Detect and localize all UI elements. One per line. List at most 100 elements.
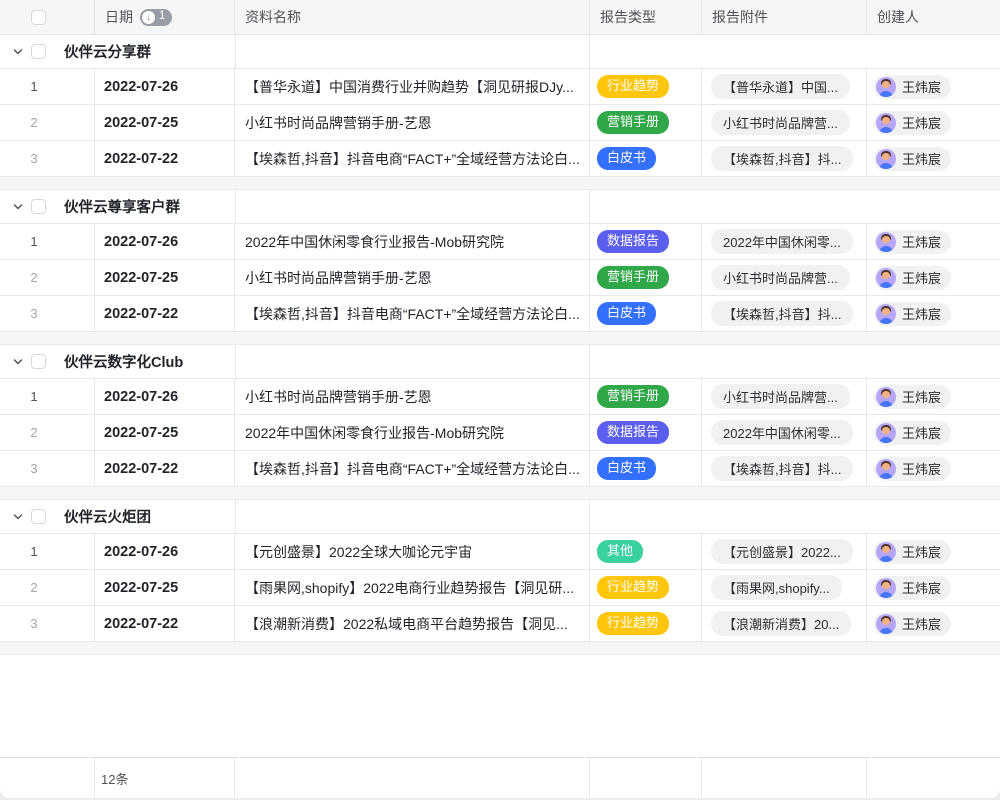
attachment-chip[interactable]: 【雨果网,shopify... [711, 575, 842, 600]
attachment-chip[interactable]: 小红书时尚品牌营... [711, 384, 850, 409]
date-cell[interactable]: 2022-07-22 [95, 296, 235, 331]
name-cell[interactable]: 【雨果网,shopify】2022电商行业趋势报告【洞见研... [235, 570, 590, 605]
attachment-cell[interactable]: 2022年中国休闲零... [702, 224, 867, 259]
date-cell[interactable]: 2022-07-22 [95, 451, 235, 486]
group-checkbox[interactable] [31, 354, 46, 369]
type-cell[interactable]: 白皮书 [590, 141, 702, 176]
chevron-down-icon[interactable] [11, 510, 25, 524]
table-row[interactable]: 12022-07-26小红书时尚品牌营销手册-艺恩营销手册小红书时尚品牌营...… [0, 379, 1000, 415]
table-row[interactable]: 22022-07-25【雨果网,shopify】2022电商行业趋势报告【洞见研… [0, 570, 1000, 606]
name-cell[interactable]: 【埃森哲,抖音】抖音电商“FACT+”全域经营方法论白... [235, 141, 590, 176]
name-cell[interactable]: 小红书时尚品牌营销手册-艺恩 [235, 105, 590, 140]
header-type[interactable]: 报告类型 [590, 0, 702, 34]
type-cell[interactable]: 其他 [590, 534, 702, 569]
chevron-down-icon[interactable] [11, 355, 25, 369]
header-select-cell[interactable] [0, 0, 95, 34]
type-cell[interactable]: 营销手册 [590, 260, 702, 295]
table-row[interactable]: 32022-07-22【埃森哲,抖音】抖音电商“FACT+”全域经营方法论白..… [0, 141, 1000, 177]
attachment-chip[interactable]: 小红书时尚品牌营... [711, 110, 850, 135]
table-row[interactable]: 22022-07-252022年中国休闲零食行业报告-Mob研究院数据报告202… [0, 415, 1000, 451]
group-header-row[interactable]: 伙伴云数字化Club [0, 345, 1000, 379]
attachment-cell[interactable]: 【雨果网,shopify... [702, 570, 867, 605]
date-cell[interactable]: 2022-07-22 [95, 606, 235, 641]
creator-cell[interactable]: 王炜宸 [867, 260, 1000, 295]
date-cell[interactable]: 2022-07-26 [95, 224, 235, 259]
creator-cell[interactable]: 王炜宸 [867, 141, 1000, 176]
group-header-row[interactable]: 伙伴云分享群 [0, 35, 1000, 69]
header-name[interactable]: 资料名称 [235, 0, 590, 34]
table-row[interactable]: 22022-07-25小红书时尚品牌营销手册-艺恩营销手册小红书时尚品牌营...… [0, 105, 1000, 141]
date-cell[interactable]: 2022-07-25 [95, 570, 235, 605]
creator-chip[interactable]: 王炜宸 [874, 457, 951, 481]
attachment-cell[interactable]: 小红书时尚品牌营... [702, 379, 867, 414]
attachment-chip[interactable]: 【埃森哲,抖音】抖... [711, 146, 853, 171]
type-cell[interactable]: 行业趋势 [590, 570, 702, 605]
type-cell[interactable]: 营销手册 [590, 105, 702, 140]
creator-chip[interactable]: 王炜宸 [874, 612, 951, 636]
table-row[interactable]: 32022-07-22【浪潮新消费】2022私域电商平台趋势报告【洞见...行业… [0, 606, 1000, 642]
attachment-chip[interactable]: 【埃森哲,抖音】抖... [711, 301, 853, 326]
attachment-cell[interactable]: 【元创盛景】2022... [702, 534, 867, 569]
table-row[interactable]: 32022-07-22【埃森哲,抖音】抖音电商“FACT+”全域经营方法论白..… [0, 296, 1000, 332]
type-cell[interactable]: 行业趋势 [590, 69, 702, 104]
attachment-chip[interactable]: 2022年中国休闲零... [711, 229, 853, 254]
group-header-row[interactable]: 伙伴云火炬团 [0, 500, 1000, 534]
date-cell[interactable]: 2022-07-22 [95, 141, 235, 176]
creator-cell[interactable]: 王炜宸 [867, 451, 1000, 486]
creator-chip[interactable]: 王炜宸 [874, 540, 951, 564]
creator-cell[interactable]: 王炜宸 [867, 606, 1000, 641]
type-cell[interactable]: 营销手册 [590, 379, 702, 414]
attachment-chip[interactable]: 【埃森哲,抖音】抖... [711, 456, 853, 481]
name-cell[interactable]: 【普华永道】中国消费行业并购趋势【洞见研报DJy... [235, 69, 590, 104]
date-cell[interactable]: 2022-07-26 [95, 534, 235, 569]
attachment-cell[interactable]: 小红书时尚品牌营... [702, 260, 867, 295]
table-row[interactable]: 32022-07-22【埃森哲,抖音】抖音电商“FACT+”全域经营方法论白..… [0, 451, 1000, 487]
attachment-cell[interactable]: 【浪潮新消费】20... [702, 606, 867, 641]
chevron-down-icon[interactable] [11, 200, 25, 214]
attachment-cell[interactable]: 【埃森哲,抖音】抖... [702, 141, 867, 176]
creator-chip[interactable]: 王炜宸 [874, 302, 951, 326]
creator-cell[interactable]: 王炜宸 [867, 105, 1000, 140]
table-row[interactable]: 12022-07-262022年中国休闲零食行业报告-Mob研究院数据报告202… [0, 224, 1000, 260]
type-cell[interactable]: 白皮书 [590, 451, 702, 486]
type-cell[interactable]: 数据报告 [590, 224, 702, 259]
attachment-chip[interactable]: 【浪潮新消费】20... [711, 611, 851, 636]
table-row[interactable]: 12022-07-26【元创盛景】2022全球大咖论元宇宙其他【元创盛景】202… [0, 534, 1000, 570]
name-cell[interactable]: 2022年中国休闲零食行业报告-Mob研究院 [235, 415, 590, 450]
attachment-chip[interactable]: 【普华永道】中国... [711, 74, 850, 99]
group-checkbox[interactable] [31, 509, 46, 524]
attachment-cell[interactable]: 小红书时尚品牌营... [702, 105, 867, 140]
attachment-cell[interactable]: 【普华永道】中国... [702, 69, 867, 104]
name-cell[interactable]: 2022年中国休闲零食行业报告-Mob研究院 [235, 224, 590, 259]
attachment-chip[interactable]: 小红书时尚品牌营... [711, 265, 850, 290]
creator-chip[interactable]: 王炜宸 [874, 75, 951, 99]
creator-cell[interactable]: 王炜宸 [867, 379, 1000, 414]
attachment-cell[interactable]: 【埃森哲,抖音】抖... [702, 451, 867, 486]
header-date[interactable]: 日期 ↓ 1 [95, 0, 235, 34]
creator-chip[interactable]: 王炜宸 [874, 147, 951, 171]
date-cell[interactable]: 2022-07-25 [95, 260, 235, 295]
name-cell[interactable]: 小红书时尚品牌营销手册-艺恩 [235, 379, 590, 414]
name-cell[interactable]: 【元创盛景】2022全球大咖论元宇宙 [235, 534, 590, 569]
attachment-chip[interactable]: 2022年中国休闲零... [711, 420, 853, 445]
creator-cell[interactable]: 王炜宸 [867, 69, 1000, 104]
name-cell[interactable]: 【埃森哲,抖音】抖音电商“FACT+”全域经营方法论白... [235, 296, 590, 331]
sort-badge[interactable]: ↓ 1 [140, 9, 172, 26]
creator-cell[interactable]: 王炜宸 [867, 224, 1000, 259]
attachment-cell[interactable]: 2022年中国休闲零... [702, 415, 867, 450]
creator-cell[interactable]: 王炜宸 [867, 570, 1000, 605]
select-all-checkbox[interactable] [31, 10, 46, 25]
name-cell[interactable]: 小红书时尚品牌营销手册-艺恩 [235, 260, 590, 295]
date-cell[interactable]: 2022-07-26 [95, 379, 235, 414]
creator-cell[interactable]: 王炜宸 [867, 296, 1000, 331]
creator-chip[interactable]: 王炜宸 [874, 385, 951, 409]
attachment-cell[interactable]: 【埃森哲,抖音】抖... [702, 296, 867, 331]
chevron-down-icon[interactable] [11, 45, 25, 59]
creator-chip[interactable]: 王炜宸 [874, 111, 951, 135]
header-attachment[interactable]: 报告附件 [702, 0, 867, 34]
creator-chip[interactable]: 王炜宸 [874, 576, 951, 600]
table-row[interactable]: 12022-07-26【普华永道】中国消费行业并购趋势【洞见研报DJy...行业… [0, 69, 1000, 105]
name-cell[interactable]: 【埃森哲,抖音】抖音电商“FACT+”全域经营方法论白... [235, 451, 590, 486]
creator-cell[interactable]: 王炜宸 [867, 534, 1000, 569]
creator-chip[interactable]: 王炜宸 [874, 230, 951, 254]
